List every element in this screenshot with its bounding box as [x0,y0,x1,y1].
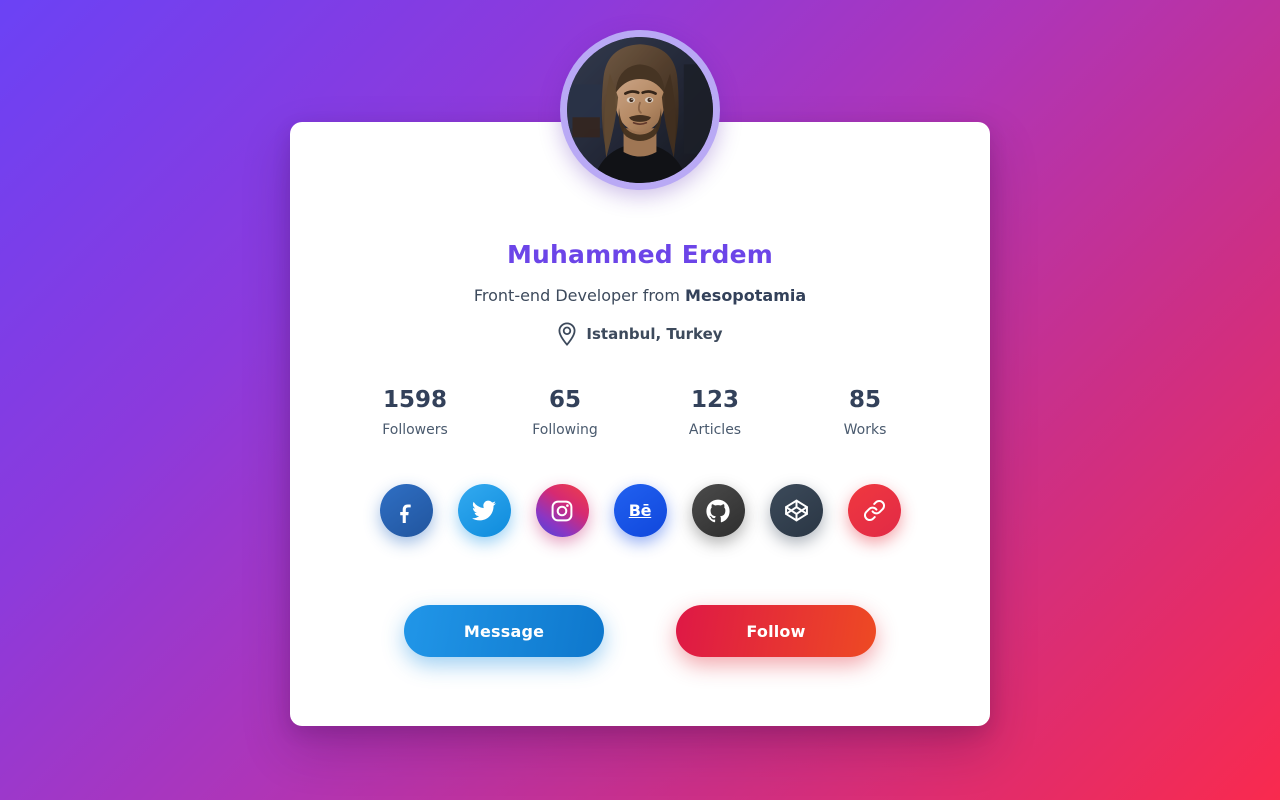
profile-photo [567,37,713,183]
profile-location: Istanbul, Turkey [557,322,723,346]
stat-articles: 123 Articles [640,387,790,439]
profile-location-label: Istanbul, Turkey [586,325,723,343]
stat-label: Following [532,422,598,439]
stats-row: 1598 Followers 65 Following 123 Articles… [290,387,990,439]
page-title: Muhammed Erdem [506,240,774,269]
stat-label: Articles [688,422,742,439]
codepen-icon [784,498,809,523]
stat-followers: 1598 Followers [340,387,490,439]
social-link-instagram[interactable] [535,484,589,538]
stat-label: Followers [382,422,448,439]
action-buttons: Message Follow [404,605,876,658]
map-pin-icon [557,322,577,346]
stat-value: 123 [690,387,739,413]
follow-button[interactable]: Follow [676,605,876,658]
instagram-icon [550,499,574,523]
stat-works: 85 Works [790,387,940,439]
avatar-ring [560,30,720,190]
social-link-website[interactable] [847,484,901,538]
behance-icon: Bē [628,501,652,521]
message-button[interactable]: Message [404,605,604,658]
stat-label: Works [843,422,887,439]
social-link-codepen[interactable] [769,484,823,538]
profile-role-highlight: Mesopotamia [685,286,807,305]
facebook-icon [394,499,418,523]
avatar[interactable] [567,37,713,183]
profile-role-prefix: Front-end Developer from [473,286,680,305]
social-link-twitter[interactable] [457,484,511,538]
social-links-row: Bē [379,484,901,538]
stat-following: 65 Following [490,387,640,439]
social-link-facebook[interactable] [379,484,433,538]
stat-value: 1598 [382,387,447,413]
github-icon [706,499,730,523]
twitter-icon [471,498,497,524]
stat-value: 65 [548,387,581,413]
social-link-github[interactable] [691,484,745,538]
social-link-behance[interactable]: Bē [613,484,667,538]
profile-role: Front-end Developer from Mesopotamia [474,286,806,305]
stat-value: 85 [848,387,881,413]
profile-card: Muhammed Erdem Front-end Developer from … [290,30,990,726]
link-icon [863,499,886,522]
